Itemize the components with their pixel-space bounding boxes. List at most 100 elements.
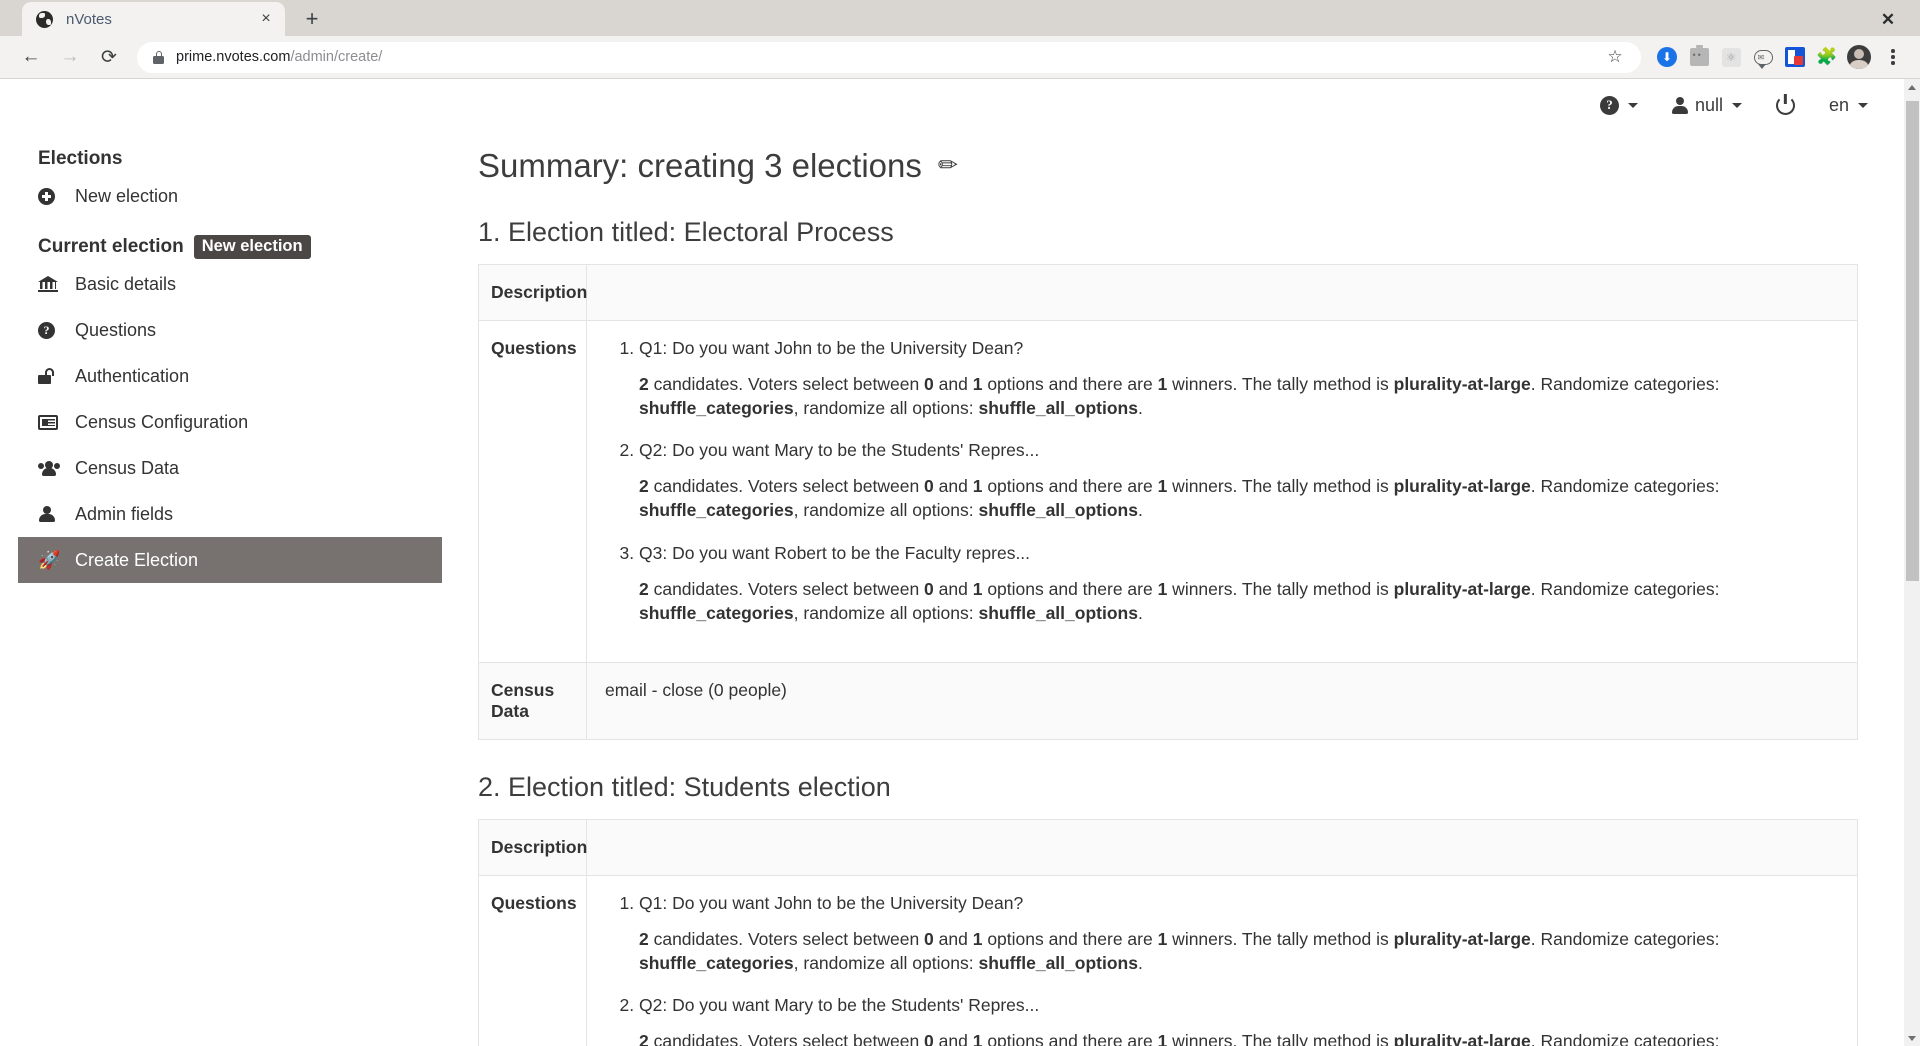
winners-count: 1 <box>1157 1031 1168 1046</box>
current-election-text: Current election <box>38 236 184 257</box>
scrollbar-track[interactable] <box>1904 95 1920 1030</box>
row-value-description <box>586 264 1858 321</box>
close-icon[interactable]: × <box>255 8 277 30</box>
row-value-census-data: email - close (0 people) <box>586 661 1858 740</box>
pencil-icon[interactable]: ✏ <box>938 154 958 178</box>
page-title: Summary: creating 3 elections ✏ <box>478 147 1858 185</box>
candidates-count: 2 <box>639 374 649 394</box>
question-title: Q2: Do you want Mary to be the Students'… <box>639 995 1040 1016</box>
row-label-questions: Questions <box>478 320 587 663</box>
sidebar-item-basic-details[interactable]: Basic details <box>0 261 460 307</box>
logout-button[interactable] <box>1775 95 1795 115</box>
question-item: Q1: Do you want John to be the Universit… <box>639 338 1841 420</box>
tally-method: plurality-at-large <box>1393 578 1531 599</box>
question-title: Q1: Do you want John to be the Universit… <box>639 338 1024 358</box>
sidebar-item-questions[interactable]: ? Questions <box>0 307 460 353</box>
table-row: Census Data email - close (0 people) <box>478 661 1858 740</box>
current-election-badge: New election <box>193 235 311 259</box>
chrome-menu-icon[interactable] <box>1880 44 1906 70</box>
id-card-icon <box>38 414 62 430</box>
web-page: ? null en Elections New election Current… <box>0 79 1904 1046</box>
table-row: Questions Q1: Do you want John to be the … <box>478 320 1858 663</box>
unlock-icon <box>38 368 62 384</box>
sidebar-item-admin-fields[interactable]: Admin fields <box>0 491 460 537</box>
sidebar-item-census-data[interactable]: Census Data <box>0 445 460 491</box>
profile-avatar-icon[interactable] <box>1845 43 1873 71</box>
sidebar-item-census-configuration[interactable]: Census Configuration <box>0 399 460 445</box>
page-title-text: Summary: creating 3 elections <box>478 147 922 184</box>
randomize-categories: shuffle_categories <box>639 602 794 623</box>
browser-tab-nvotes[interactable]: nVotes × <box>22 2 285 36</box>
max-options: 1 <box>972 928 983 949</box>
randomize-categories: shuffle_categories <box>639 500 794 521</box>
bank-icon <box>38 276 62 292</box>
row-value-questions: Q1: Do you want John to be the Universit… <box>586 874 1858 1046</box>
user-menu[interactable]: null <box>1671 95 1742 116</box>
browser-toolbar: ← → ⟳ prime.nvotes.com/admin/create/ ☆ ⬇… <box>0 36 1920 79</box>
question-title: Q1: Do you want John to be the Universit… <box>639 892 1024 913</box>
question-title: Q3: Do you want Robert to be the Faculty… <box>639 542 1031 563</box>
url-text: prime.nvotes.com/admin/create/ <box>176 49 382 65</box>
extensions-puzzle-icon[interactable]: 🧩 <box>1813 43 1841 71</box>
election-summary-table: DescriptionQuestions Q1: Do you want John… <box>478 818 1858 1046</box>
sidebar: Elections New election Current election … <box>0 131 478 583</box>
new-tab-button[interactable]: + <box>297 4 327 34</box>
page-scrollbar[interactable] <box>1904 79 1920 1046</box>
row-label-census-data: Census Data <box>478 661 587 740</box>
bookmark-star-icon[interactable]: ☆ <box>1601 43 1629 71</box>
person-icon <box>1671 96 1688 114</box>
randomize-all-options: shuffle_all_options <box>978 952 1138 973</box>
scrollbar-thumb[interactable] <box>1906 101 1919 581</box>
winners-count: 1 <box>1157 374 1168 394</box>
address-bar[interactable]: prime.nvotes.com/admin/create/ ☆ <box>137 41 1641 73</box>
lock-icon <box>153 50 164 64</box>
randomize-categories: shuffle_categories <box>639 952 794 973</box>
max-options: 1 <box>972 374 983 394</box>
question-list: Q1: Do you want John to be the Universit… <box>605 893 1841 1046</box>
window-close-button[interactable]: ✕ <box>1876 8 1900 32</box>
sidebar-heading-elections: Elections <box>38 148 123 169</box>
randomize-all-options: shuffle_all_options <box>978 602 1138 623</box>
url-path: /admin/create/ <box>290 49 383 65</box>
scroll-up-arrow-icon[interactable] <box>1904 79 1920 95</box>
question-item: Q2: Do you want Mary to be the Students'… <box>639 995 1841 1046</box>
sidebar-heading-current-election: Current election New election <box>0 233 460 261</box>
back-icon[interactable]: ← <box>14 40 48 74</box>
sidebar-item-label: Admin fields <box>75 504 174 524</box>
people-icon <box>38 460 62 476</box>
forward-icon[interactable]: → <box>53 40 87 74</box>
randomize-categories: shuffle_categories <box>639 398 794 419</box>
sidebar-item-label: Basic details <box>75 274 177 294</box>
reload-icon[interactable]: ⟳ <box>92 40 126 74</box>
sidebar-item-new-election[interactable]: New election <box>0 173 460 219</box>
randomize-all-options: shuffle_all_options <box>978 500 1138 521</box>
tally-method: plurality-at-large <box>1393 374 1531 394</box>
scroll-down-arrow-icon[interactable] <box>1904 1030 1920 1046</box>
row-value-questions: Q1: Do you want John to be the Universit… <box>586 320 1858 663</box>
question-detail: 2 candidates. Voters select between 0 an… <box>639 928 1720 973</box>
url-domain: prime.nvotes.com <box>176 49 291 65</box>
sidebar-item-authentication[interactable]: Authentication <box>0 353 460 399</box>
max-options: 1 <box>972 476 983 497</box>
download-icon[interactable]: ⬇ <box>1653 43 1681 71</box>
row-label-description: Description <box>478 264 587 321</box>
help-circle-icon: ? <box>1599 95 1619 115</box>
question-item: Q3: Do you want Robert to be the Faculty… <box>639 543 1841 625</box>
winners-count: 1 <box>1157 928 1168 949</box>
candidates-count: 2 <box>639 1031 649 1046</box>
sidebar-item-create-election[interactable]: 🚀 Create Election <box>18 537 442 583</box>
question-list: Q1: Do you want John to be the Universit… <box>605 338 1841 625</box>
sidebar-item-label: Questions <box>75 320 157 340</box>
sidebar-item-label: Census Configuration <box>75 412 249 432</box>
help-menu[interactable]: ? <box>1599 95 1638 115</box>
toolbox-extension-icon[interactable] <box>1685 43 1713 71</box>
chat-bubble-icon[interactable]: ✉ <box>1749 43 1777 71</box>
max-options: 1 <box>972 1031 983 1046</box>
language-menu[interactable]: en <box>1829 95 1868 116</box>
plus-circle-icon <box>38 187 62 205</box>
password-manager-icon[interactable] <box>1781 43 1809 71</box>
react-devtools-icon[interactable]: ⚛ <box>1717 43 1745 71</box>
tab-title: nVotes <box>66 10 112 28</box>
tally-method: plurality-at-large <box>1393 1031 1531 1046</box>
question-title: Q2: Do you want Mary to be the Students'… <box>639 440 1040 461</box>
